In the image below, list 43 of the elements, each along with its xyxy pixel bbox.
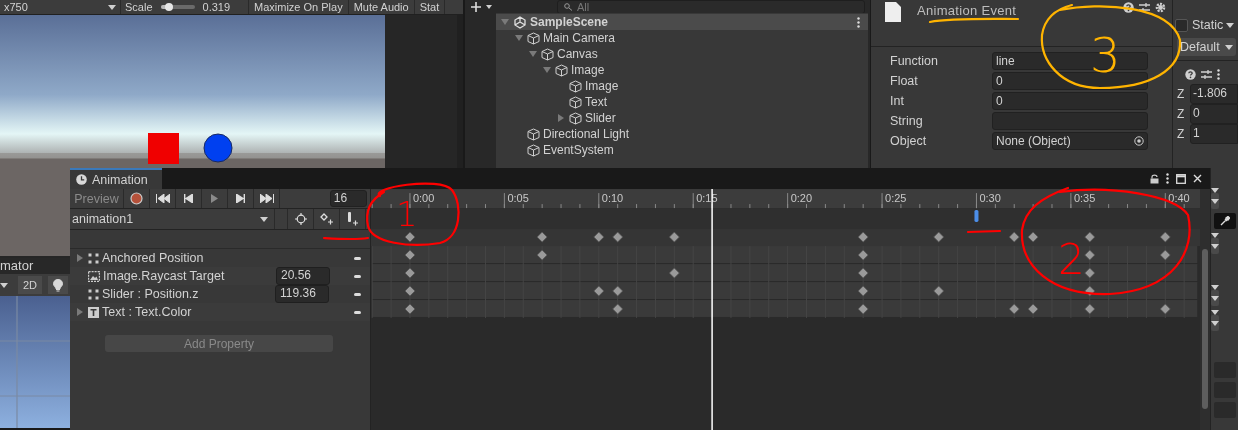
field-label: String bbox=[889, 114, 924, 128]
annotation-number: 2 bbox=[1058, 235, 1085, 284]
ruler-label: 0:35 bbox=[1073, 192, 1095, 205]
field-label: Int bbox=[889, 94, 905, 108]
input-field[interactable]: 0 bbox=[992, 92, 1148, 110]
input-field[interactable]: -1.806 bbox=[1190, 84, 1238, 104]
field-label: Function bbox=[889, 54, 939, 68]
input-field[interactable]: 1 bbox=[1190, 124, 1238, 144]
field-label: Object bbox=[889, 134, 928, 148]
layer-dropdown[interactable]: Default bbox=[1177, 38, 1236, 56]
ruler-label: 0:25 bbox=[884, 192, 907, 205]
resolution-dropdown[interactable]: x750 bbox=[0, 0, 121, 14]
window-tab[interactable]: Animation bbox=[70, 168, 162, 189]
tree-item[interactable]: Text bbox=[496, 94, 868, 110]
tree-item[interactable]: Slider bbox=[496, 110, 868, 126]
object-field[interactable]: None (Object) bbox=[992, 132, 1148, 150]
mode-button[interactable]: 2D bbox=[18, 276, 42, 294]
axis-label: Z bbox=[1177, 87, 1186, 101]
input-field[interactable]: 0 bbox=[992, 72, 1148, 90]
scale-value: 0.319 bbox=[202, 0, 231, 14]
ruler-label: 0:30 bbox=[979, 192, 1001, 205]
tree-item[interactable]: Image bbox=[496, 62, 868, 78]
tree-item[interactable]: EventSystem bbox=[496, 142, 868, 158]
tree-item[interactable]: Canvas bbox=[496, 46, 868, 62]
ruler-label: 0:20 bbox=[790, 192, 812, 205]
ruler-label: 0:05 bbox=[507, 192, 529, 205]
tree-item[interactable]: Image bbox=[496, 78, 868, 94]
ruler-label: 0:40 bbox=[1168, 192, 1190, 205]
frame-field[interactable]: 16 bbox=[329, 190, 367, 207]
tree-item[interactable]: Main Camera bbox=[496, 30, 868, 46]
tree-item[interactable]: Directional Light bbox=[496, 126, 868, 142]
ruler-label: 0:10 bbox=[601, 192, 623, 205]
axis-label: Z bbox=[1177, 107, 1186, 121]
component-title: Animation Event bbox=[917, 3, 1017, 18]
input-field[interactable]: 0 bbox=[1190, 104, 1238, 124]
static-dropdown[interactable]: Static bbox=[1192, 18, 1235, 32]
axis-label: Z bbox=[1177, 127, 1186, 141]
scale-label: Scale bbox=[125, 0, 153, 14]
tree-item[interactable]: SampleScene bbox=[496, 14, 868, 30]
field-label: Float bbox=[889, 74, 919, 88]
value-field[interactable]: 20.56 bbox=[276, 267, 330, 285]
ruler-label: 0:00 bbox=[412, 192, 435, 205]
value-field[interactable]: 119.36 bbox=[275, 285, 329, 303]
